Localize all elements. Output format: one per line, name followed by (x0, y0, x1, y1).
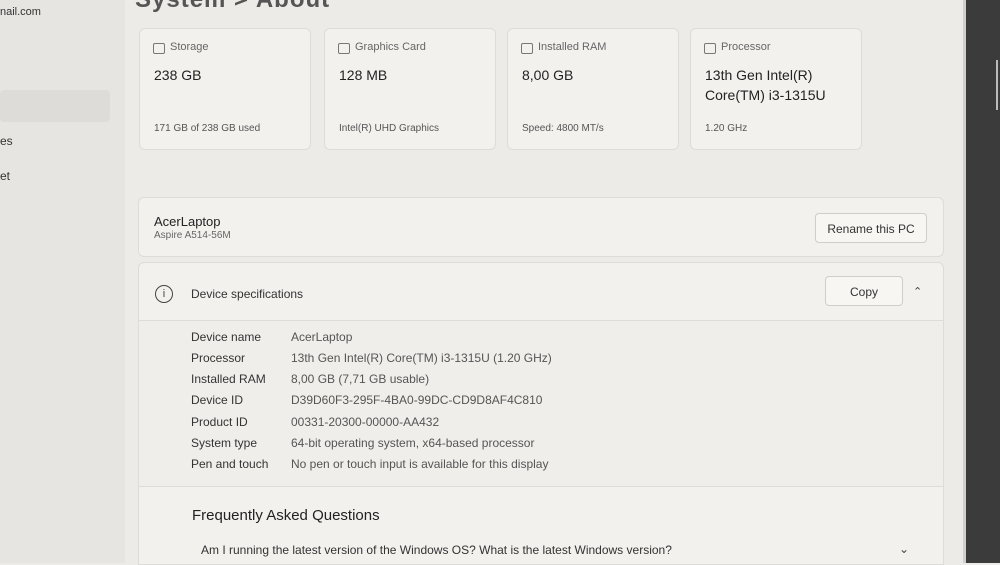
spec-value: 00331-20300-00000-AA432 (291, 415, 440, 429)
card-title: Graphics Card (355, 41, 426, 53)
spec-label: System type (191, 436, 258, 450)
account-email: nail.com (0, 6, 41, 18)
sidebar-item-devices[interactable]: es (0, 134, 13, 148)
sidebar-selected-item[interactable] (0, 90, 110, 122)
scrollbar[interactable] (963, 0, 1000, 563)
card-value: 8,00 GB (522, 67, 574, 83)
spec-value: 8,00 GB (7,71 GB usable) (291, 372, 430, 386)
page-title: System > About (135, 0, 330, 14)
processor-icon (704, 43, 716, 54)
storage-card[interactable]: Storage 238 GB 171 GB of 238 GB used (139, 28, 311, 150)
spec-value: D39D60F3-295F-4BA0-99DC-CD9D8AF4C810 (291, 393, 543, 407)
card-title: Installed RAM (538, 41, 607, 53)
info-icon: i (155, 285, 173, 303)
spec-value: No pen or touch input is available for t… (291, 457, 549, 471)
card-value: 13th Gen Intel(R) Core(TM) i3-1315U (705, 67, 826, 103)
window-edge (963, 0, 966, 563)
chevron-down-icon[interactable]: ⌄ (899, 542, 909, 556)
sidebar-item-internet[interactable]: et (0, 169, 10, 183)
card-title: Processor (721, 41, 771, 53)
card-value: 238 GB (154, 67, 202, 83)
rename-pc-button[interactable]: Rename this PC (815, 213, 927, 243)
card-sub: Intel(R) UHD Graphics (339, 123, 440, 134)
graphics-card-card[interactable]: Graphics Card 128 MB Intel(R) UHD Graphi… (324, 28, 496, 150)
spec-value: AcerLaptop (291, 330, 353, 344)
pc-model: Aspire A514-56M (154, 230, 231, 241)
spec-label: Pen and touch (191, 457, 269, 471)
faq-question[interactable]: Am I running the latest version of the W… (201, 543, 672, 557)
card-title: Storage (170, 41, 209, 53)
pc-name: AcerLaptop (154, 214, 221, 229)
spec-label: Installed RAM (191, 372, 266, 386)
device-specifications-list: Device name AcerLaptop Processor 13th Ge… (138, 320, 944, 488)
card-sub: 171 GB of 238 GB used (154, 123, 261, 134)
processor-card[interactable]: Processor 13th Gen Intel(R) Core(TM) i3-… (690, 28, 862, 150)
copy-button[interactable]: Copy (825, 276, 903, 306)
device-specifications-title: Device specifications (191, 287, 304, 301)
device-specifications-header[interactable]: i Device specifications Copy ⌃ (138, 262, 944, 321)
storage-icon (153, 43, 165, 54)
card-sub: Speed: 4800 MT/s (522, 123, 604, 134)
spec-label: Product ID (191, 415, 248, 429)
spec-label: Processor (191, 351, 246, 365)
pc-name-panel: AcerLaptop Aspire A514-56M Rename this P… (138, 197, 944, 257)
faq-section: Frequently Asked Questions Am I running … (138, 486, 944, 565)
graphics-card-icon (338, 43, 350, 54)
card-value: 128 MB (339, 67, 388, 83)
spec-value: 13th Gen Intel(R) Core(TM) i3-1315U (1.2… (291, 351, 552, 365)
ram-icon (521, 43, 533, 54)
card-sub: 1.20 GHz (705, 123, 748, 134)
chevron-up-icon[interactable]: ⌃ (913, 285, 922, 298)
spec-label: Device ID (191, 393, 244, 407)
faq-title: Frequently Asked Questions (192, 507, 380, 524)
spec-value: 64-bit operating system, x64-based proce… (291, 436, 535, 450)
spec-label: Device name (191, 330, 262, 344)
settings-sidebar: nail.com es et (0, 0, 125, 563)
scrollbar-thumb[interactable] (996, 60, 998, 110)
installed-ram-card[interactable]: Installed RAM 8,00 GB Speed: 4800 MT/s (507, 28, 679, 150)
